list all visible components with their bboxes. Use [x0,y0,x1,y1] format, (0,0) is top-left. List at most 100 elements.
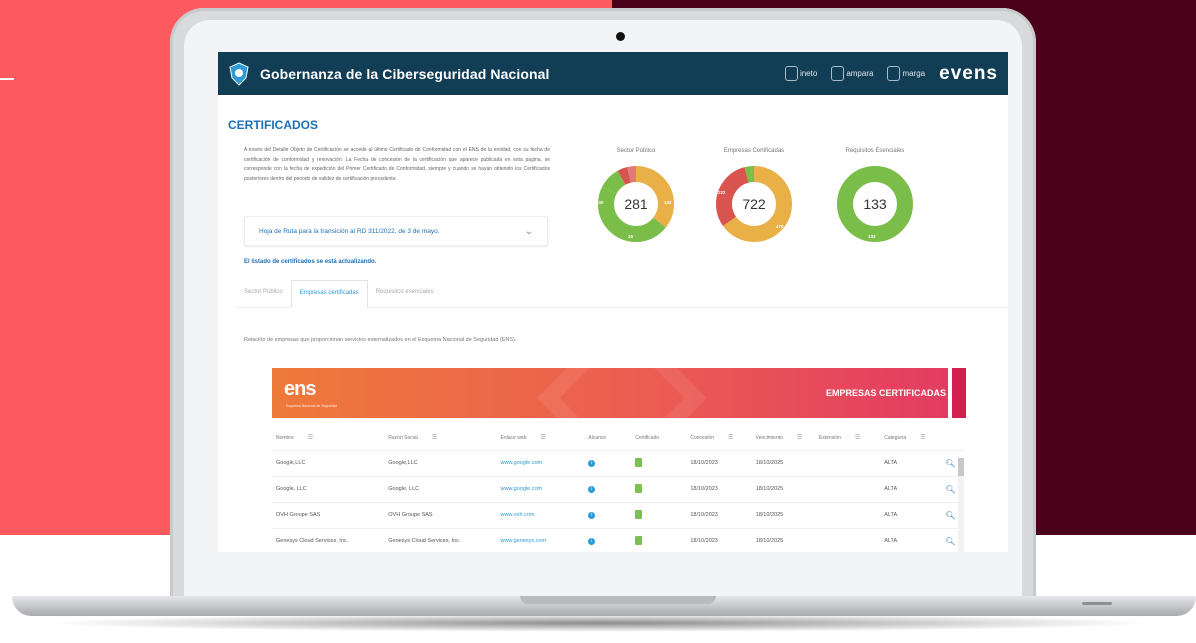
partner-logo-icon [784,66,798,81]
updating-notice: El listado de certificados se está actua… [244,259,377,265]
document-icon[interactable] [635,457,643,467]
partner-name: ineto [799,69,818,78]
filter-icon[interactable]: ☰ [540,435,545,441]
col-label: Razón Social [388,435,418,442]
site-title[interactable]: Gobernanza de la Ciberseguridad Nacional [260,66,550,82]
partner-logo-icon [887,66,901,81]
col-razon-social[interactable]: Razón Social ☰ [384,426,496,450]
donut-total: 133 [863,196,887,212]
filter-icon[interactable]: ☰ [797,435,802,441]
evens-logo[interactable]: evens [939,63,998,85]
col-extension[interactable]: Extensión ☰ [815,426,880,450]
chart-title: Sector Público [616,148,656,154]
cell-nombre: Genesys Cloud Services, Inc. [272,527,385,552]
table-row[interactable]: Google,LLC Google,LLC www.google.com i 1… [272,449,964,476]
scrollbar-thumb[interactable] [958,458,964,476]
tab-bar: Sector Público Empresas certificadas Req… [236,280,1008,308]
col-nombre[interactable]: Nombre ☰ [272,426,384,450]
ens-banner: ens Esquema Nacional de Seguridad EMPRES… [272,368,966,418]
document-icon[interactable] [635,535,643,545]
col-alcance: Alcance [588,434,607,441]
partner-ineto[interactable]: ineto [784,66,818,81]
cell-web-link[interactable]: www.google.com [496,475,585,502]
col-label: Categoría [884,435,907,442]
table-row[interactable]: OVH Groupe SAS OVH Groupe SAS www.ovh.co… [272,501,964,528]
search-icon[interactable]: 🔍︎ [945,511,955,520]
info-icon[interactable]: i [588,537,596,545]
banner-title: EMPRESAS CERTIFICADAS [825,388,946,398]
segment-label: 132 [664,200,672,205]
cell-alcance: i [584,475,632,502]
filter-icon[interactable]: ☰ [855,435,860,441]
col-categoria[interactable]: Categoría ☰ [880,426,941,450]
filter-icon[interactable]: ☰ [920,435,925,441]
relation-text: Relación de empresas que proporcionan se… [244,337,517,343]
col-label: Enlace web [500,435,527,442]
cell-vencimiento: 18/10/2025 [751,527,815,552]
tab-requisitos-esenciales[interactable]: Requisitos esenciales [368,280,442,308]
table-row[interactable]: Genesys Cloud Services, Inc. Genesys Clo… [272,527,964,552]
tab-empresas-certificadas[interactable]: Empresas certificadas [290,280,368,308]
cell-web-link[interactable]: www.google.com [496,449,585,476]
cell-vencimiento: 18/10/2025 [751,449,815,476]
top-bar: Gobernanza de la Ciberseguridad Nacional… [218,52,1008,95]
col-concesion[interactable]: Concesión ☰ [686,426,751,450]
screen: Gobernanza de la Ciberseguridad Nacional… [218,52,1008,552]
partner-ampara[interactable]: ampara [831,66,873,81]
cell-categoria: ALTA [880,475,942,502]
filter-icon[interactable]: ☰ [728,435,733,441]
cell-nombre: OVH Groupe SAS [272,501,385,528]
cell-razon: OVH Groupe SAS [384,501,497,528]
info-icon[interactable]: i [588,485,596,493]
segment-label: 470 [776,224,784,229]
cell-vencimiento: 18/10/2025 [751,501,815,528]
cell-web-link[interactable]: www.genesys.com [496,527,585,552]
laptop-notch [520,596,716,604]
accordion-label: Hoja de Ruta para la transición al RD 31… [259,227,440,235]
corner-mark [0,78,14,80]
page-title: CERTIFICADOS [228,118,318,132]
cell-certificado [631,449,687,476]
document-icon[interactable] [635,483,643,493]
banner-decoration [537,368,707,418]
search-icon[interactable]: 🔍︎ [945,459,955,468]
chart-requisitos-esenciales: Requisitos Esenciales 133 133 [825,148,925,244]
document-icon[interactable] [635,509,643,519]
col-enlace-web[interactable]: Enlace web ☰ [497,426,585,450]
cell-extension [814,501,881,528]
cell-extension [814,475,881,502]
laptop-shadow [40,614,1160,632]
filter-icon[interactable]: ☰ [308,435,313,441]
info-icon[interactable]: i [588,459,596,467]
info-icon[interactable]: i [588,511,596,519]
partner-name: marga [902,69,926,78]
cell-alcance: i [584,501,632,528]
col-label: Vencimiento [755,435,783,442]
ens-logo[interactable]: ens [284,378,316,401]
cell-vencimiento: 18/10/2025 [751,475,815,502]
search-icon[interactable]: 🔍︎ [945,485,955,494]
tab-sector-publico[interactable]: Sector Público [236,280,291,308]
donut: 133 133 [835,164,915,244]
cell-razon: Google,LLC [384,449,497,476]
chart-title: Empresas Certificadas [723,148,785,154]
laptop-slot [1082,602,1112,605]
table-row[interactable]: Google, LLC Google, LLC www.google.com i… [272,475,964,502]
camera-icon [616,32,625,41]
partner-logo-icon [831,66,845,81]
col-vencimiento[interactable]: Vencimiento ☰ [752,426,815,450]
filter-icon[interactable]: ☰ [432,435,437,441]
cell-razon: Google, LLC [384,475,497,502]
segment-label: 100 [596,200,604,205]
companies-table: Nombre ☰ Razón Social ☰ Enlace web ☰ Alcanc… [272,426,964,552]
roadmap-accordion[interactable]: Hoja de Ruta para la transición al RD 31… [244,216,548,246]
search-icon[interactable]: 🔍︎ [945,537,955,546]
cell-concesion: 18/10/2023 [686,527,752,552]
partner-marga[interactable]: marga [887,66,925,81]
cell-nombre: Google,LLC [272,449,385,476]
col-label: Nombre [276,435,294,442]
cell-categoria: ALTA [880,449,942,476]
cell-web-link[interactable]: www.ovh.com [496,501,585,528]
cell-concesion: 18/10/2023 [686,501,752,528]
chart-empresas-certificadas: Empresas Certificadas 722 222 470 [704,148,804,244]
